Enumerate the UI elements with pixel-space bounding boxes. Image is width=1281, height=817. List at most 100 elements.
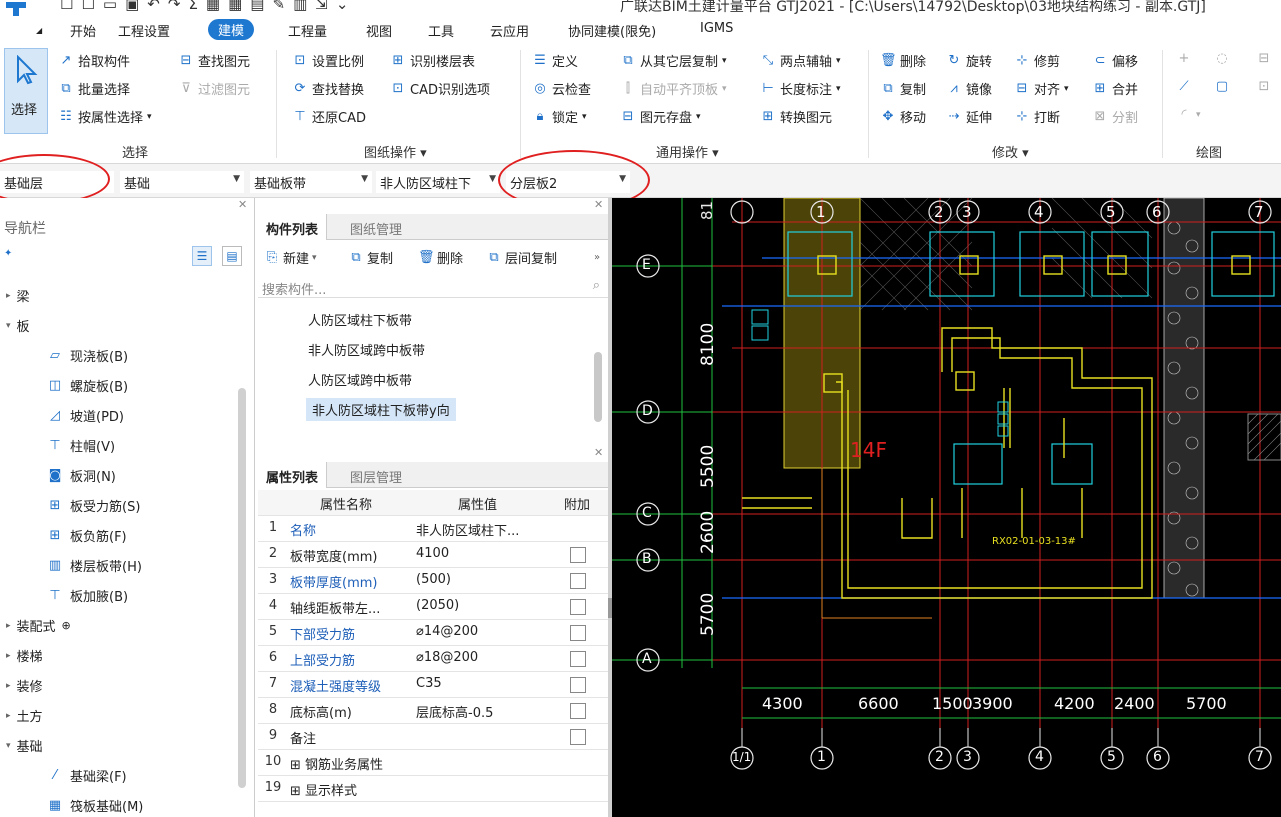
auto-flat-top-button[interactable]: ⫿ 自动平齐顶板 ▾ xyxy=(620,79,727,99)
nav-item-foundation-beam[interactable]: ⁄ 基础梁(F) xyxy=(46,766,127,786)
menu-modeling[interactable]: 建模 xyxy=(208,19,255,40)
draw-extra-button-2[interactable]: ⊡ xyxy=(1256,79,1272,95)
select-by-attribute-button[interactable]: ☷ 按属性选择 ▾ xyxy=(58,107,151,127)
table-row[interactable]: 9 备注 xyxy=(258,724,608,750)
nav-item-slab-negative-rebar[interactable]: ⊞ 板负筋(F) xyxy=(46,526,127,546)
list-item[interactable]: 人防区域跨中板带 xyxy=(308,370,412,389)
extra-checkbox[interactable] xyxy=(570,677,586,693)
sum-icon[interactable]: Σ xyxy=(188,0,197,13)
new-component-button[interactable]: ⎘ 新建 ▾ xyxy=(264,248,317,268)
qat-dropdown-icon[interactable]: ⌄ xyxy=(336,0,349,13)
nav-scrollbar[interactable] xyxy=(238,388,246,788)
restore-cad-button[interactable]: ⊤ 还原CAD xyxy=(292,107,366,127)
mirror-button[interactable]: ⩘ 镜像 xyxy=(946,79,992,99)
nav-item-slab-hole[interactable]: ◙ 板洞(N) xyxy=(46,466,116,486)
define-button[interactable]: ☰ 定义 xyxy=(532,51,578,71)
close-icon[interactable]: ✕ xyxy=(594,198,603,211)
delete-component-button[interactable]: 🗑︎ 删除 xyxy=(418,248,463,268)
list-item[interactable]: 非人防区域跨中板带 xyxy=(308,340,425,359)
list-item[interactable]: 人防区域柱下板带 xyxy=(308,310,412,329)
menu-collapse-icon[interactable]: ◢ xyxy=(36,26,42,35)
cloud-check-button[interactable]: ◎ 云检查 xyxy=(532,79,591,99)
view-icon[interactable]: ▥ xyxy=(293,0,307,13)
menu-start[interactable]: 开始 xyxy=(70,21,96,40)
table-row[interactable]: 5 下部受力筋 ⌀14@200 xyxy=(258,620,608,646)
list-item-selected[interactable]: 非人防区域柱下板带y向 xyxy=(306,398,456,421)
close-icon[interactable]: ✕ xyxy=(238,198,247,211)
folder-icon[interactable]: ▭ xyxy=(103,0,117,13)
nav-group-foundation[interactable]: ▾ 基础 xyxy=(6,736,43,755)
draw-icon[interactable]: ✎ xyxy=(272,0,285,13)
tab-property-list[interactable]: 属性列表 xyxy=(258,462,328,488)
align-button[interactable]: ⊟ 对齐 ▾ xyxy=(1014,79,1069,99)
new-file-icon[interactable]: ☐ xyxy=(60,0,73,13)
menu-collab[interactable]: 协同建模(限免) xyxy=(568,21,656,40)
table-icon[interactable]: ▦ xyxy=(206,0,220,13)
pick-component-button[interactable]: ↗ 拾取构件 xyxy=(58,51,130,71)
cad-options-button[interactable]: ⊡ CAD识别选项 xyxy=(390,79,490,99)
nav-group-slab[interactable]: ▾ 板 xyxy=(6,316,30,335)
property-value[interactable]: (500) xyxy=(416,572,548,587)
length-dim-button[interactable]: ⊢ 长度标注 ▾ xyxy=(760,79,840,99)
export-icon[interactable]: ⇲ xyxy=(315,0,328,13)
lock-button[interactable]: 🔒︎ 锁定 ▾ xyxy=(532,107,587,127)
nav-group-stairs[interactable]: ▸ 楼梯 xyxy=(6,646,43,665)
copy-button[interactable]: ⧉ 复制 xyxy=(880,79,926,99)
tab-component-list[interactable]: 构件列表 xyxy=(258,214,328,240)
extra-checkbox[interactable] xyxy=(570,547,586,563)
extra-checkbox[interactable] xyxy=(570,599,586,615)
nav-item-slab-main-rebar[interactable]: ⊞ 板受力筋(S) xyxy=(46,496,141,516)
draw-line-button[interactable]: ⟋ xyxy=(1176,79,1192,95)
filter-element-button[interactable]: ⊽ 过滤图元 xyxy=(178,79,250,99)
nav-item-raft-foundation[interactable]: ▦ 筏板基础(M) xyxy=(46,796,144,816)
merge-button[interactable]: ⊞ 合并 xyxy=(1092,79,1138,99)
delete-button[interactable]: 🗑︎ 删除 xyxy=(880,51,926,71)
offset-button[interactable]: ⊂ 偏移 xyxy=(1092,51,1138,71)
nav-item-column-cap[interactable]: ⊤ 柱帽(V) xyxy=(46,436,115,456)
find-replace-button[interactable]: ⟳ 查找替换 xyxy=(292,79,364,99)
property-value[interactable]: ⌀18@200 xyxy=(416,650,548,665)
open-file-icon[interactable]: ☐ xyxy=(81,0,94,13)
copy-component-button[interactable]: ⧉ 复制 xyxy=(348,248,393,268)
layer-copy-button[interactable]: ⧉ 层间复制 xyxy=(486,248,557,268)
draw-rect-button[interactable]: ▢ xyxy=(1214,79,1230,95)
extra-checkbox[interactable] xyxy=(570,703,586,719)
nav-group-beam[interactable]: ▸ 梁 xyxy=(6,286,30,305)
break-button[interactable]: ⊹ 打断 xyxy=(1014,107,1060,127)
nav-group-earthwork[interactable]: ▸ 土方 xyxy=(6,706,43,725)
menu-cloud[interactable]: 云应用 xyxy=(490,21,529,40)
select-big-button[interactable]: 选择 xyxy=(4,48,48,134)
property-value[interactable]: ⌀14@200 xyxy=(416,624,548,639)
extra-checkbox[interactable] xyxy=(570,651,586,667)
sparkle-icon[interactable]: ✦ xyxy=(4,248,12,259)
nav-item-spiral-slab[interactable]: ◫ 螺旋板(B) xyxy=(46,376,128,396)
component-list-scrollbar[interactable] xyxy=(594,352,602,422)
table-row[interactable]: 19 ⊞ 显示样式 xyxy=(258,776,608,802)
type-select[interactable]: 基础板带 ▼ xyxy=(250,171,372,193)
set-scale-button[interactable]: ⊡ 设置比例 xyxy=(292,51,364,71)
nav-group-prefab[interactable]: ▸ 装配式 ⊕ xyxy=(6,616,71,635)
copy-from-other-floor-button[interactable]: ⧉ 从其它层复制 ▾ xyxy=(620,51,726,71)
extend-button[interactable]: ⇢ 延伸 xyxy=(946,107,992,127)
two-point-axis-button[interactable]: ⤡ 两点辅轴 ▾ xyxy=(760,51,841,71)
extra-checkbox[interactable] xyxy=(570,625,586,641)
split-button[interactable]: ⊠ 分割 xyxy=(1092,107,1138,127)
tab-drawing-management[interactable]: 图纸管理 xyxy=(342,214,410,240)
rotate-button[interactable]: ↻ 旋转 xyxy=(946,51,992,71)
menu-igms[interactable]: IGMS xyxy=(700,21,733,36)
draw-point-button[interactable]: + xyxy=(1176,51,1192,67)
table-row[interactable]: 4 轴线距板带左... (2050) xyxy=(258,594,608,620)
draw-circle-button[interactable]: ◌ xyxy=(1214,51,1230,67)
component-select[interactable]: 非人防区域柱下 ▼ xyxy=(376,171,500,193)
identify-floor-table-button[interactable]: ⊞ 识别楼层表 xyxy=(390,51,475,71)
report-icon[interactable]: ▤ xyxy=(250,0,264,13)
property-value[interactable]: 4100 xyxy=(416,546,548,561)
property-value[interactable]: C35 xyxy=(416,676,548,691)
nav-item-ramp[interactable]: ◿ 坡道(PD) xyxy=(46,406,124,426)
undo-icon[interactable]: ↶ xyxy=(147,0,160,13)
table-row[interactable]: 6 上部受力筋 ⌀18@200 xyxy=(258,646,608,672)
draw-extra-button[interactable]: ⊟ xyxy=(1256,51,1272,67)
convert-element-button[interactable]: ⊞ 转换图元 xyxy=(760,107,832,127)
component-search-input[interactable]: 搜索构件... ⌕ xyxy=(258,276,608,298)
grid-icon[interactable]: ▦ xyxy=(228,0,242,13)
